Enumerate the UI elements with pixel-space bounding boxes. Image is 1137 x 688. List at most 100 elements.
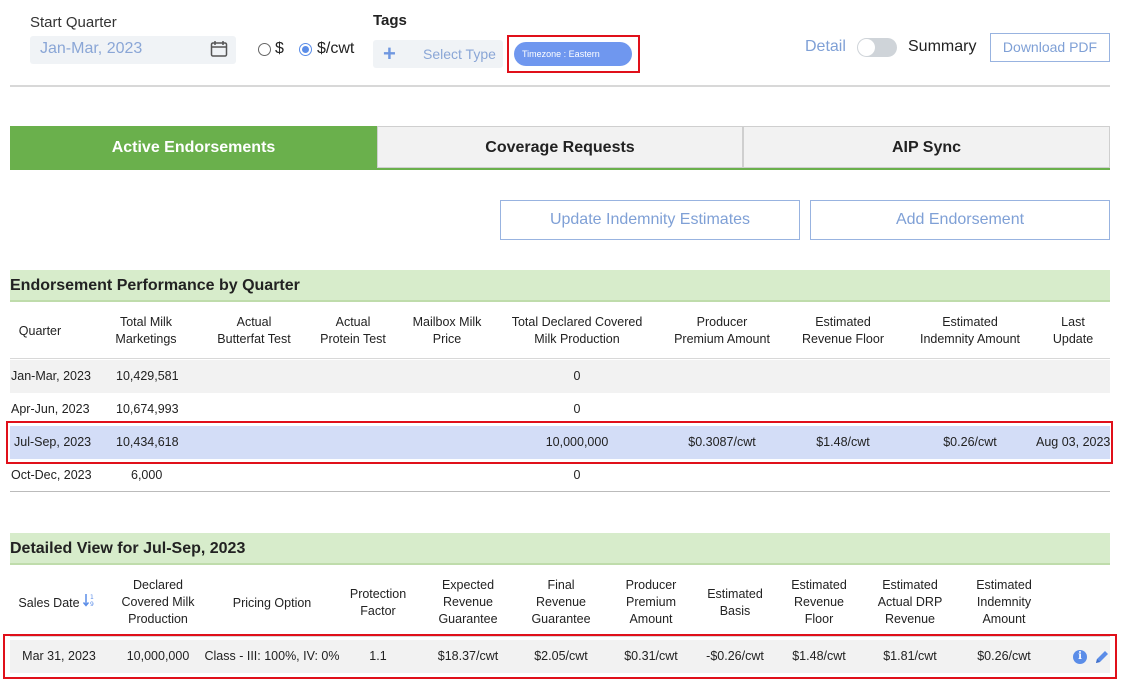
section-underline [10,563,1110,565]
column-header-text: Protection [349,587,407,601]
add-endorsement-button[interactable]: Add Endorsement [810,200,1110,240]
svg-text:1: 1 [90,594,94,601]
selected-row-highlight [6,421,1113,464]
table-cell-declared: 0 [573,468,581,482]
summary-toggle-label[interactable]: Summary [908,38,976,56]
tab-coverage-requests[interactable]: Coverage Requests [377,126,743,168]
calendar-icon[interactable] [210,40,228,58]
update-indemnity-button[interactable]: Update Indemnity Estimates [500,200,800,240]
column-header-text: Declared [132,578,184,592]
perf-column-header: Estimated Indemnity Amount [900,314,1040,348]
start-quarter-value: Jan-Mar, 2023 [40,40,143,57]
performance-section-header: Endorsement Performance by Quarter [10,270,1110,302]
perf-column-header: Estimated Revenue Floor [790,314,896,348]
download-pdf-button[interactable]: Download PDF [990,33,1110,62]
column-header-text: Basis [719,604,751,618]
table-cell-declared: 0 [573,369,581,383]
section-underline [10,300,1110,302]
column-header-text: Final [547,578,575,592]
table-cell-marketings: 6,000 [131,468,163,482]
detail-title: Detailed View for Jul-Sep, 2023 [10,540,246,557]
column-header-text: Revenue [793,595,845,609]
column-header-text: Producer [696,315,748,329]
unit-label-dollar: $ [275,40,284,57]
perf-column-header: Actual Protein Test [306,314,400,348]
select-type-placeholder: Select Type [423,46,496,62]
column-header-text: Revenue [442,595,494,609]
perf-column-header: Mailbox Milk Price [398,314,496,348]
column-header-text: Factor [360,604,396,618]
perf-column-header: Last Update [1040,314,1106,348]
tags-label: Tags [373,12,407,29]
column-header-text: Quarter [18,324,62,338]
table-cell-marketings: 10,429,581 [116,369,179,383]
column-header-text: Estimated [942,315,998,329]
perf-column-header: Actual Butterfat Test [198,314,310,348]
detail-column-header[interactable]: Sales Date [16,595,82,612]
detail-row-highlight [3,634,1117,679]
column-header-text: Protein Test [320,332,386,346]
column-header-text: Actual DRP [877,595,943,609]
column-header-text: Expected [441,578,495,592]
column-header-text: Estimated [882,578,938,592]
start-quarter-picker[interactable]: Jan-Mar, 2023 [30,36,236,64]
detail-section-header: Detailed View for Jul-Sep, 2023 [10,533,1110,565]
detail-toggle-label[interactable]: Detail [805,38,846,56]
table-cell-quarter: Jan-Mar, 2023 [11,369,91,383]
timezone-tag[interactable]: Timezone : Eastern [514,42,632,66]
column-header-text: Last [1061,315,1085,329]
info-icon[interactable]: i [1073,650,1087,664]
column-header-text: Amount [982,612,1026,626]
unit-radio-dollar[interactable] [258,43,271,56]
table-cell-quarter: Oct-Dec, 2023 [11,468,92,482]
column-header-text: Producer [625,578,677,592]
start-quarter-label: Start Quarter [30,14,117,31]
column-header-text: Mailbox Milk [412,315,482,329]
column-header-text: Revenue [535,595,587,609]
plus-icon: + [383,41,396,66]
detail-column-header: Expected Revenue Guarantee [426,577,510,628]
column-header-text: Estimated [791,578,847,592]
column-header-text: Update [1052,332,1094,346]
select-type-dropdown[interactable]: + Select Type [373,40,503,68]
column-header-text: Revenue Floor [802,332,884,346]
column-header-text: Production [128,612,188,626]
column-header-text: Marketings [115,332,177,346]
divider [10,85,1110,87]
detail-column-header: Estimated Basis [700,586,770,620]
column-header-text: Indemnity [976,595,1032,609]
row-divider [10,358,1110,359]
timezone-highlight: Timezone : Eastern [507,35,640,73]
column-header-text: Guarantee [531,612,591,626]
tab-active-endorsements[interactable]: Active Endorsements [10,126,377,168]
detail-column-header: Estimated Revenue Floor [784,577,854,628]
column-header-text: Premium [625,595,676,609]
column-header-text: Indemnity Amount [919,332,1021,346]
toggle-knob [858,39,875,56]
column-header-text: Actual [335,315,371,329]
column-header-text: Estimated [976,578,1032,592]
column-header-text: Milk Production [534,332,620,346]
column-header-text: Amount [629,612,673,626]
perf-column-header: Total Declared Covered Milk Production [496,314,658,348]
column-header-text: Floor [804,612,834,626]
table-cell-declared: 0 [573,402,581,416]
column-header-text: Total Milk [119,315,173,329]
column-header-text: Estimated [707,587,763,601]
tab-aip-sync[interactable]: AIP Sync [743,126,1110,168]
column-header-text: Premium Amount [674,332,770,346]
edit-icon[interactable] [1094,649,1110,665]
unit-radio-dollar-per-cwt[interactable] [299,43,312,56]
svg-text:9: 9 [90,601,94,607]
column-header-text: Sales Date [18,596,80,610]
column-header-text: Covered Milk [121,595,195,609]
perf-column-header: Quarter [10,323,70,340]
detail-column-header: Protection Factor [340,586,416,620]
table-cell-quarter: Apr-Jun, 2023 [11,402,90,416]
sort-icon[interactable]: 1 9 [83,593,97,607]
table-cell-marketings: 10,674,993 [116,402,179,416]
detail-column-header: Declared Covered Milk Production [108,577,208,628]
detail-summary-toggle[interactable] [857,38,897,57]
detail-column-header: Estimated Indemnity Amount [962,577,1046,628]
perf-column-header: Total Milk Marketings [104,314,188,348]
